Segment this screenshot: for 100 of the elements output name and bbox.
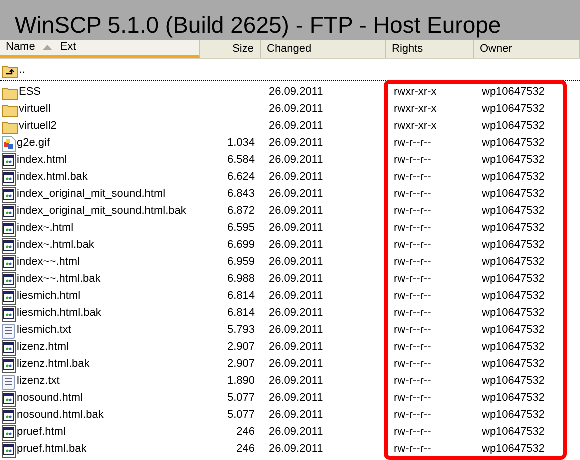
name-cell-text: lizenz.html.bak xyxy=(17,357,90,372)
column-header[interactable]: Name Ext xyxy=(0,40,200,58)
name-cell-text: index~.html xyxy=(17,221,74,236)
name-cell-text: index~~.html xyxy=(17,255,80,270)
rights-cell-text: rw-r--r-- xyxy=(394,255,432,270)
file-row[interactable]: nosound.html.bak 5.077 26.09.2011 rw-r--r-- wp10647532 xyxy=(0,407,580,424)
file-row[interactable]: index.html.bak 6.624 26.09.2011 rw-r--r-- wp10647532 xyxy=(0,169,580,186)
changed-cell-text: 26.09.2011 xyxy=(269,136,324,152)
parent-folder-icon xyxy=(2,64,18,78)
rights-cell-text: rwxr-xr-x xyxy=(394,102,437,118)
name-cell-text: lizenz.txt xyxy=(17,374,60,390)
header-label: Rights xyxy=(392,42,424,57)
rights-cell-text: rw-r--r-- xyxy=(394,306,432,322)
changed-cell-text: 26.09.2011 xyxy=(269,255,324,270)
size-cell-text: 6.959 xyxy=(227,255,255,270)
rights-cell-text: rw-r--r-- xyxy=(394,170,432,186)
owner-cell-text: wp10647532 xyxy=(482,340,546,356)
owner-cell-text: wp10647532 xyxy=(482,221,546,236)
column-header[interactable]: Rights xyxy=(386,40,474,58)
size-cell-text: 2.907 xyxy=(227,357,255,372)
column-header[interactable]: Size xyxy=(200,40,261,58)
name-cell-text: pruef.html xyxy=(17,425,66,440)
size-cell-text: 5.077 xyxy=(227,391,255,406)
size-cell-text: 6.988 xyxy=(227,272,255,288)
name-cell-text: .. xyxy=(19,63,26,78)
changed-cell-text: 26.09.2011 xyxy=(269,187,324,202)
owner-cell-text: wp10647532 xyxy=(482,238,546,254)
owner-cell-text: wp10647532 xyxy=(482,119,546,134)
size-cell-text: 6.843 xyxy=(227,187,255,202)
rights-cell-text: rw-r--r-- xyxy=(394,425,432,440)
name-cell-text: index.html.bak xyxy=(17,170,88,186)
file-row[interactable]: lizenz.html 2.907 26.09.2011 rw-r--r-- wp10647532 xyxy=(0,339,580,356)
owner-cell-text: wp10647532 xyxy=(482,442,546,458)
changed-cell-text: 26.09.2011 xyxy=(269,153,324,168)
folder-icon xyxy=(2,120,18,134)
file-row[interactable]: index_original_mit_sound.html 6.843 26.09.2011 rw-r--r-- wp10647532 xyxy=(0,186,580,203)
rights-cell-text: rw-r--r-- xyxy=(394,238,432,254)
owner-cell-text: wp10647532 xyxy=(482,323,546,338)
file-row[interactable]: virtuell 26.09.2011 rwxr-xr-x wp10647532 xyxy=(0,101,580,118)
rights-cell-text: rw-r--r-- xyxy=(394,187,432,202)
rights-cell-text: rw-r--r-- xyxy=(394,323,432,338)
owner-cell-text: wp10647532 xyxy=(482,357,546,372)
file-row[interactable]: index~.html 6.595 26.09.2011 rw-r--r-- wp10647532 xyxy=(0,220,580,237)
name-cell-text: index.html xyxy=(17,153,68,168)
changed-cell-text: 26.09.2011 xyxy=(269,221,324,236)
file-row[interactable]: nosound.html 5.077 26.09.2011 rw-r--r-- wp10647532 xyxy=(0,390,580,407)
name-cell-text: pruef.html.bak xyxy=(17,442,87,458)
name-cell-text: nosound.html.bak xyxy=(17,408,104,424)
name-cell-text: index~.html.bak xyxy=(17,238,94,254)
rights-cell-text: rw-r--r-- xyxy=(394,340,432,356)
file-row[interactable]: index~~.html.bak 6.988 26.09.2011 rw-r--r-- wp10647532 xyxy=(0,271,580,288)
rights-cell-text: rw-r--r-- xyxy=(394,374,432,390)
rights-cell-text: rw-r--r-- xyxy=(394,272,432,288)
name-cell-text: index_original_mit_sound.html.bak xyxy=(17,204,186,220)
header-label: Size xyxy=(232,42,254,57)
file-row[interactable]: pruef.html.bak 246 26.09.2011 rw-r--r-- wp10647532 xyxy=(0,441,580,458)
file-row[interactable]: liesmich.html 6.814 26.09.2011 rw-r--r-- wp10647532 xyxy=(0,288,580,305)
owner-cell-text: wp10647532 xyxy=(482,187,546,202)
name-cell-text: index_original_mit_sound.html xyxy=(17,187,166,202)
header-label: Name xyxy=(6,40,36,56)
size-cell-text: 6.595 xyxy=(227,221,255,236)
file-row[interactable]: virtuell2 26.09.2011 rwxr-xr-x wp10647532 xyxy=(0,118,580,135)
column-header[interactable]: Owner xyxy=(474,40,580,58)
owner-cell-text: wp10647532 xyxy=(482,425,546,440)
size-cell-text: 5.077 xyxy=(227,408,255,424)
changed-cell-text: 26.09.2011 xyxy=(269,425,324,440)
size-cell-text: 5.793 xyxy=(227,323,255,338)
file-row[interactable]: pruef.html 246 26.09.2011 rw-r--r-- wp10647532 xyxy=(0,424,580,441)
window-title: WinSCP 5.1.0 (Build 2625) - FTP - Host Europe xyxy=(15,14,502,37)
file-row[interactable]: index.html 6.584 26.09.2011 rw-r--r-- wp10647532 xyxy=(0,152,580,169)
file-row[interactable]: ESS 26.09.2011 rwxr-xr-x wp10647532 xyxy=(0,84,580,101)
name-cell-text: virtuell xyxy=(19,102,51,118)
size-cell-text: 6.872 xyxy=(227,204,255,220)
sort-ascending-icon xyxy=(43,45,52,50)
changed-cell-text: 26.09.2011 xyxy=(269,102,324,118)
changed-cell-text: 26.09.2011 xyxy=(269,119,324,134)
file-row[interactable]: lizenz.html.bak 2.907 26.09.2011 rw-r--r-- wp10647532 xyxy=(0,356,580,373)
owner-cell-text: wp10647532 xyxy=(482,170,546,186)
rights-cell-text: rw-r--r-- xyxy=(394,153,432,168)
file-row[interactable]: index_original_mit_sound.html.bak 6.872 26.09.2011 rw-r--r-- wp10647532 xyxy=(0,203,580,220)
owner-cell-text: wp10647532 xyxy=(482,153,546,168)
folder-icon xyxy=(2,102,18,116)
owner-cell-text: wp10647532 xyxy=(482,289,546,304)
rights-cell-text: rw-r--r-- xyxy=(394,408,432,424)
changed-cell-text: 26.09.2011 xyxy=(269,85,324,100)
file-row[interactable]: liesmich.txt 5.793 26.09.2011 rw-r--r-- wp10647532 xyxy=(0,322,580,339)
file-row[interactable]: .. xyxy=(0,61,580,81)
folder-icon xyxy=(2,86,18,100)
file-row[interactable]: index~~.html 6.959 26.09.2011 rw-r--r-- wp10647532 xyxy=(0,254,580,271)
owner-cell-text: wp10647532 xyxy=(482,255,546,270)
file-row[interactable]: lizenz.txt 1.890 26.09.2011 rw-r--r-- wp10647532 xyxy=(0,373,580,390)
column-header[interactable]: Changed xyxy=(261,40,386,58)
size-cell-text: 1.890 xyxy=(227,374,255,390)
file-row[interactable]: g2e.gif 1.034 26.09.2011 rw-r--r-- wp10647532 xyxy=(0,135,580,152)
size-cell-text: 6.814 xyxy=(227,306,255,322)
file-row[interactable]: liesmich.html.bak 6.814 26.09.2011 rw-r--r-- wp10647532 xyxy=(0,305,580,322)
size-cell-text: 6.584 xyxy=(227,153,255,168)
owner-cell-text: wp10647532 xyxy=(482,85,546,100)
file-row[interactable]: index~.html.bak 6.699 26.09.2011 rw-r--r-- wp10647532 xyxy=(0,237,580,254)
changed-cell-text: 26.09.2011 xyxy=(269,306,324,322)
